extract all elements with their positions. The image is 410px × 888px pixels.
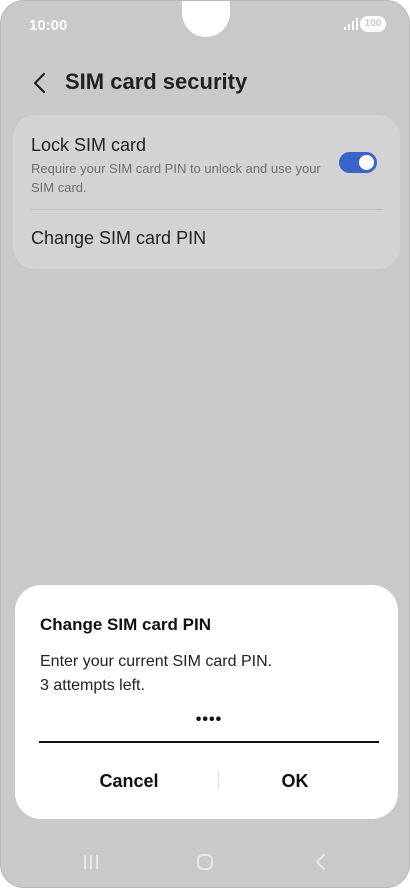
dialog-message: Enter your current SIM card PIN. bbox=[40, 653, 273, 670]
lock-sim-description: Require your SIM card PIN to unlock and … bbox=[31, 161, 321, 195]
signal-icon bbox=[344, 17, 358, 30]
navigation-bar bbox=[1, 839, 409, 887]
status-bar: 10:00 100 bbox=[1, 1, 409, 47]
status-time: 10:00 bbox=[29, 17, 68, 34]
change-sim-pin-row[interactable]: Change SIM card PIN bbox=[13, 210, 400, 268]
app-header: SIM card security bbox=[1, 61, 409, 105]
pin-input[interactable]: •••• bbox=[39, 707, 379, 743]
change-pin-dialog: Change SIM card PIN Enter your current S… bbox=[15, 585, 398, 819]
cancel-button[interactable]: Cancel bbox=[35, 761, 223, 801]
dialog-attempts: 3 attempts left. bbox=[40, 677, 145, 694]
nav-back-icon[interactable] bbox=[313, 853, 329, 871]
battery-icon: 100 bbox=[360, 16, 386, 32]
lock-sim-toggle[interactable] bbox=[339, 152, 377, 173]
recents-icon[interactable] bbox=[81, 853, 101, 871]
lock-sim-title: Lock SIM card bbox=[31, 135, 147, 155]
phone-screen: 10:00 100 SIM card security Lock SIM car… bbox=[0, 0, 410, 888]
page-title: SIM card security bbox=[65, 69, 248, 94]
ok-button[interactable]: OK bbox=[219, 761, 371, 801]
home-icon[interactable] bbox=[197, 854, 213, 870]
toggle-knob bbox=[359, 155, 374, 170]
back-arrow-icon[interactable] bbox=[27, 69, 55, 97]
dialog-title: Change SIM card PIN bbox=[40, 615, 211, 634]
settings-card: Lock SIM card Require your SIM card PIN … bbox=[13, 115, 400, 269]
change-sim-pin-label: Change SIM card PIN bbox=[31, 228, 207, 248]
lock-sim-row[interactable]: Lock SIM card Require your SIM card PIN … bbox=[13, 115, 400, 209]
